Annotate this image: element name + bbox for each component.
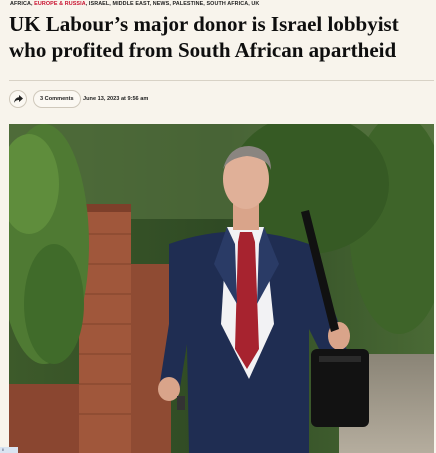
comments-button[interactable]: 3 Comments bbox=[33, 90, 81, 108]
category-south-africa[interactable]: SOUTH AFRICA bbox=[206, 1, 248, 7]
category-europe-russia[interactable]: EUROPE & RUSSIA bbox=[34, 1, 86, 7]
category-africa[interactable]: AFRICA bbox=[10, 1, 31, 7]
category-palestine[interactable]: PALESTINE bbox=[173, 1, 204, 7]
category-middle-east[interactable]: MIDDLE EAST bbox=[112, 1, 149, 7]
comments-label: 3 Comments bbox=[40, 96, 74, 102]
corner-tag: l/ bbox=[0, 447, 18, 453]
share-button[interactable] bbox=[9, 90, 27, 108]
article-photo bbox=[9, 124, 434, 453]
divider bbox=[9, 80, 434, 81]
category-israel[interactable]: ISRAEL bbox=[89, 1, 109, 7]
category-news[interactable]: NEWS bbox=[153, 1, 170, 7]
category-uk[interactable]: UK bbox=[251, 1, 259, 7]
share-icon bbox=[13, 95, 23, 103]
category-list: AFRICA, EUROPE & RUSSIA, ISRAEL, MIDDLE … bbox=[10, 1, 260, 7]
publish-date: June 13, 2023 at 9:56 am bbox=[83, 96, 149, 102]
article-title: UK Labour’s major donor is Israel lobbyi… bbox=[9, 12, 399, 62]
